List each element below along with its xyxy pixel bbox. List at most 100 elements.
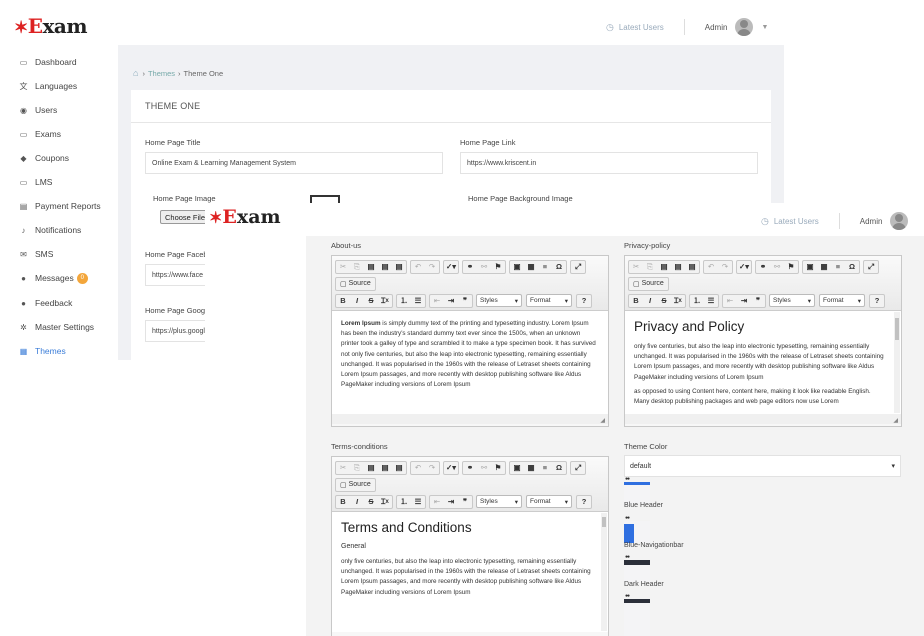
bold-icon[interactable]: B (336, 295, 350, 307)
table-icon[interactable]: ▦ (524, 462, 538, 474)
editor-resize-handle[interactable] (332, 414, 608, 424)
undo-icon[interactable]: ↶ (411, 462, 425, 474)
indent-icon[interactable]: ⇥ (444, 295, 458, 307)
bullet-list-icon[interactable]: ☰ (704, 295, 718, 307)
special-char-icon[interactable]: Ω (845, 261, 859, 273)
format-dropdown[interactable]: Format ▾ (819, 294, 865, 307)
styles-dropdown[interactable]: Styles ▾ (476, 495, 522, 508)
bullet-list-icon[interactable]: ☰ (411, 295, 425, 307)
paste-icon[interactable]: ▤ (364, 462, 378, 474)
sidebar-item-coupons[interactable]: ◆ Coupons (18, 150, 69, 166)
strike-icon[interactable]: S (364, 295, 378, 307)
format-dropdown[interactable]: Format ▾ (526, 495, 572, 508)
cut-icon[interactable]: ✂ (336, 261, 350, 273)
paste-text-icon[interactable]: ▤ (378, 261, 392, 273)
terms-conditions-content[interactable]: Terms and Conditions General only five c… (332, 512, 608, 632)
source-button[interactable]: ▢ Source (629, 278, 668, 290)
latest-users-link[interactable]: Latest Users (774, 217, 819, 226)
privacy-policy-content[interactable]: Privacy and Policy only five centuries, … (625, 311, 901, 414)
scrollbar[interactable] (894, 312, 900, 413)
sidebar-item-dashboard[interactable]: ▭ Dashboard (18, 54, 77, 70)
link-icon[interactable]: ⚭ (463, 261, 477, 273)
paste-text-icon[interactable]: ▤ (671, 261, 685, 273)
sidebar-item-sms[interactable]: ✉ SMS (18, 246, 53, 262)
avatar[interactable] (735, 18, 754, 36)
paste-word-icon[interactable]: ▤ (392, 261, 406, 273)
about-us-content[interactable]: Lorem Ipsum is simply dummy text of the … (332, 311, 608, 414)
copy-icon[interactable]: ⎘ (643, 261, 657, 273)
scrollbar-thumb[interactable] (895, 318, 899, 340)
theme-color-select[interactable]: default ▾ (624, 455, 901, 477)
help-icon[interactable]: ? (870, 295, 884, 307)
help-icon[interactable]: ? (577, 295, 591, 307)
sidebar-item-themes[interactable]: ▦ Themes (18, 343, 66, 359)
breadcrumb-themes[interactable]: Themes (148, 69, 175, 78)
sidebar-item-exams[interactable]: ▭ Exams (18, 126, 61, 142)
italic-icon[interactable]: I (350, 496, 364, 508)
special-char-icon[interactable]: Ω (552, 261, 566, 273)
sidebar-item-users[interactable]: ◉ Users (18, 102, 57, 118)
format-dropdown[interactable]: Format ▾ (526, 294, 572, 307)
home-page-facebook-input[interactable]: https://www.face (145, 264, 207, 286)
app-logo[interactable]: ✶Exam (14, 14, 88, 38)
image-icon[interactable]: ▣ (510, 261, 524, 273)
latest-users-link[interactable]: Latest Users (619, 23, 664, 32)
blockquote-icon[interactable]: ❞ (751, 295, 765, 307)
remove-format-icon[interactable]: Ɪx (378, 295, 392, 307)
editor-resize-handle[interactable] (625, 414, 901, 424)
anchor-icon[interactable]: ⚑ (491, 462, 505, 474)
strike-icon[interactable]: S (657, 295, 671, 307)
indent-icon[interactable]: ⇥ (737, 295, 751, 307)
privacy-policy-editor[interactable]: ✂ ⎘ ▤ ▤ ▤ ↶ ↷ ✓▾ ⚭ ⚯ ⚑ ▣ ▦ ≡ Ω ⤢ ▢ Source BISꞮx ⒈ ☰ … (624, 255, 902, 427)
copy-icon[interactable]: ⎘ (350, 462, 364, 474)
bullet-list-icon[interactable]: ☰ (411, 496, 425, 508)
sidebar-item-notifications[interactable]: ♪ Notifications (18, 222, 82, 238)
redo-icon[interactable]: ↷ (425, 261, 439, 273)
blockquote-icon[interactable]: ❞ (458, 295, 472, 307)
app-logo[interactable]: ✶Exam (209, 206, 281, 228)
cut-icon[interactable]: ✂ (629, 261, 643, 273)
home-page-link-input[interactable]: https://www.kriscent.in (460, 152, 758, 174)
redo-icon[interactable]: ↷ (425, 462, 439, 474)
spellcheck-icon[interactable]: ✓▾ (444, 462, 458, 474)
indent-icon[interactable]: ⇥ (444, 496, 458, 508)
image-icon[interactable]: ▣ (510, 462, 524, 474)
anchor-icon[interactable]: ⚑ (784, 261, 798, 273)
avatar[interactable] (890, 212, 909, 230)
about-us-editor[interactable]: ✂ ⎘ ▤ ▤ ▤ ↶ ↷ ✓▾ ⚭ ⚯ ⚑ ▣ ▦ ≡ Ω ⤢ ▢ Source BISꞮx ⒈ ☰ … (331, 255, 609, 427)
paste-icon[interactable]: ▤ (364, 261, 378, 273)
styles-dropdown[interactable]: Styles ▾ (476, 294, 522, 307)
maximize-icon[interactable]: ⤢ (571, 462, 585, 474)
home-icon[interactable]: ⌂ (133, 68, 138, 78)
paste-icon[interactable]: ▤ (657, 261, 671, 273)
outdent-icon[interactable]: ⇤ (430, 496, 444, 508)
swatch-partial[interactable]: ●● (624, 593, 650, 636)
table-icon[interactable]: ▦ (524, 261, 538, 273)
anchor-icon[interactable]: ⚑ (491, 261, 505, 273)
italic-icon[interactable]: I (643, 295, 657, 307)
home-page-google-input[interactable]: https://plus.googl (145, 320, 207, 342)
bold-icon[interactable]: B (629, 295, 643, 307)
sidebar-item-messages[interactable]: ● Messages 0 (18, 270, 88, 286)
undo-icon[interactable]: ↶ (704, 261, 718, 273)
paste-word-icon[interactable]: ▤ (685, 261, 699, 273)
unlink-icon[interactable]: ⚯ (477, 462, 491, 474)
redo-icon[interactable]: ↷ (718, 261, 732, 273)
sidebar-item-lms[interactable]: ▭ LMS (18, 174, 53, 190)
latest-users-icon[interactable]: ◷ (606, 22, 614, 33)
strike-icon[interactable]: S (364, 496, 378, 508)
image-icon[interactable]: ▣ (803, 261, 817, 273)
sidebar-item-feedback[interactable]: ● Feedback (18, 295, 72, 311)
remove-format-icon[interactable]: Ɪx (378, 496, 392, 508)
italic-icon[interactable]: I (350, 295, 364, 307)
hr-icon[interactable]: ≡ (538, 261, 552, 273)
link-icon[interactable]: ⚭ (756, 261, 770, 273)
cut-icon[interactable]: ✂ (336, 462, 350, 474)
sidebar-item-master-settings[interactable]: ✲ Master Settings (18, 319, 94, 335)
unlink-icon[interactable]: ⚯ (770, 261, 784, 273)
unlink-icon[interactable]: ⚯ (477, 261, 491, 273)
choose-file-button[interactable]: Choose File (160, 210, 211, 224)
scrollbar-thumb[interactable] (602, 517, 606, 527)
latest-users-icon[interactable]: ◷ (761, 216, 769, 227)
chevron-down-icon[interactable]: ▼ (761, 24, 768, 31)
